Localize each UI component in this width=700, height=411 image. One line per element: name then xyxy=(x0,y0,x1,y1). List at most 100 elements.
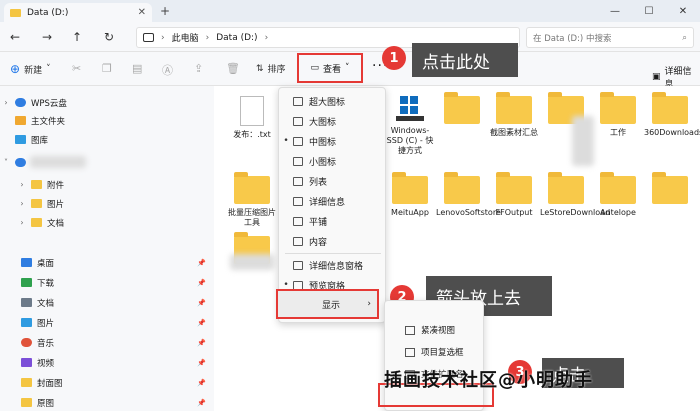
folder-item[interactable]: Antelope xyxy=(592,172,644,218)
view-button[interactable]: ▭ 查看 ˅ xyxy=(297,53,363,83)
up-arrow-icon[interactable]: ↑ xyxy=(72,30,82,44)
delete-icon[interactable]: 🗑 xyxy=(226,62,240,75)
folder-item[interactable]: LenovoSoftstore xyxy=(436,172,501,218)
back-arrow-icon[interactable]: ← xyxy=(10,30,20,44)
menu-item-tiles[interactable]: 平铺 xyxy=(279,211,387,231)
menu-item-label: 列表 xyxy=(309,177,328,188)
folder-item[interactable]: 工作 xyxy=(592,92,644,138)
cut-icon[interactable]: ✂ xyxy=(72,62,81,75)
pin-icon[interactable]: 📌 xyxy=(197,359,206,367)
new-tab-button[interactable]: + xyxy=(160,4,170,18)
chevron-down-icon[interactable]: ˅ xyxy=(2,158,10,167)
menu-item-details-pane[interactable]: 详细信息窗格 xyxy=(279,255,387,275)
folder-item[interactable]: 截图素材汇总 xyxy=(488,92,540,138)
sidebar-item-wps-cloud[interactable]: › WPS云盘 xyxy=(0,94,214,111)
refresh-icon[interactable]: ↻ xyxy=(104,30,114,44)
sidebar-item-label: 图库 xyxy=(31,135,49,146)
desktop-icon xyxy=(21,258,32,267)
new-button[interactable]: ⊕ 新建 ˅ xyxy=(10,62,51,76)
redacted-account-name xyxy=(30,156,86,168)
folder-item[interactable] xyxy=(644,172,696,208)
minimize-button[interactable]: — xyxy=(598,0,632,22)
chevron-down-icon: ˅ xyxy=(345,63,350,73)
folder-item[interactable]: MeituApp xyxy=(384,172,436,218)
redacted-folder-name xyxy=(572,116,594,166)
small-icons-icon xyxy=(293,156,303,166)
tab-data-d[interactable]: Data (D:) ✕ xyxy=(4,3,152,22)
pin-icon[interactable]: 📌 xyxy=(197,259,206,267)
sidebar-item-home[interactable]: 主文件夹 xyxy=(0,112,214,129)
pin-icon[interactable]: 📌 xyxy=(197,319,206,327)
sidebar-item-original-images[interactable]: 原图 📌 xyxy=(0,394,214,411)
medium-icons-icon xyxy=(293,136,303,146)
close-tab-icon[interactable]: ✕ xyxy=(138,7,146,18)
file-item[interactable]: 发布：.txt xyxy=(226,96,278,140)
folder-icon xyxy=(652,172,688,204)
picture-icon xyxy=(21,318,32,327)
sidebar-item-pictures[interactable]: 图片 📌 xyxy=(0,314,214,331)
menu-item-large-icons[interactable]: 大图标 xyxy=(279,111,387,131)
rename-icon[interactable]: Ⓐ xyxy=(162,62,173,78)
forward-arrow-icon[interactable]: → xyxy=(42,30,52,44)
pin-icon[interactable]: 📌 xyxy=(197,279,206,287)
sidebar-item-pictures-cloud[interactable]: › 图片 xyxy=(0,195,214,212)
chevron-right-icon[interactable]: › xyxy=(2,98,10,107)
folder-item[interactable] xyxy=(436,92,488,128)
pin-icon[interactable]: 📌 xyxy=(197,399,206,407)
sidebar-item-music[interactable]: 音乐 📌 xyxy=(0,334,214,351)
sidebar-item-desktop[interactable]: 桌面 📌 xyxy=(0,254,214,271)
breadcrumb-data-d[interactable]: Data (D:) xyxy=(216,33,257,43)
paste-icon[interactable]: ▤ xyxy=(132,62,142,75)
sidebar-item-docs-cloud[interactable]: › 文档 xyxy=(0,214,214,231)
copy-icon[interactable]: ❐ xyxy=(102,62,112,75)
pin-icon[interactable]: 📌 xyxy=(197,339,206,347)
chevron-right-icon[interactable]: › xyxy=(18,199,26,208)
menu-item-small-icons[interactable]: 小图标 xyxy=(279,151,387,171)
menu-item-show[interactable]: 显示 › xyxy=(276,289,379,319)
chevron-right-icon: › xyxy=(264,32,269,43)
menu-item-medium-icons[interactable]: • 中图标 xyxy=(279,131,387,151)
file-name: 工作 xyxy=(610,128,626,137)
list-view-icon xyxy=(293,176,303,186)
content-view-icon xyxy=(293,236,303,246)
sidebar-item-label: 图片 xyxy=(47,199,65,210)
maximize-button[interactable]: ☐ xyxy=(632,0,666,22)
folder-icon xyxy=(444,92,480,124)
pin-icon[interactable]: 📌 xyxy=(197,379,206,387)
close-window-button[interactable]: ✕ xyxy=(666,0,700,22)
file-item[interactable]: Windows-SSD (C) - 快捷方式 xyxy=(384,96,436,156)
pin-icon[interactable]: 📌 xyxy=(197,299,206,307)
chevron-right-icon[interactable]: › xyxy=(18,180,26,189)
sidebar-item-downloads[interactable]: 下载 📌 xyxy=(0,274,214,291)
text-file-icon xyxy=(240,96,264,126)
sort-button[interactable]: ⇅ 排序 xyxy=(256,62,286,76)
extra-large-icons-icon xyxy=(293,96,303,106)
menu-item-content[interactable]: 内容 xyxy=(279,231,387,251)
folder-item[interactable]: FFOutput xyxy=(488,172,540,218)
selected-dot-icon: • xyxy=(283,136,289,146)
folder-item[interactable]: 360Downloads xyxy=(644,92,700,138)
folder-icon xyxy=(392,172,428,204)
sidebar-item-documents[interactable]: 文档 📌 xyxy=(0,294,214,311)
sidebar-item-attachments[interactable]: › 附件 xyxy=(0,176,214,193)
sidebar-item-cover-images[interactable]: 封面图 📌 xyxy=(0,374,214,391)
folder-item[interactable]: 批量压缩图片工具 xyxy=(226,172,278,228)
sidebar-item-gallery[interactable]: 图库 xyxy=(0,131,214,148)
drive-shortcut-icon xyxy=(396,96,424,122)
folder-item[interactable]: LeStoreDownload xyxy=(540,172,610,218)
folder-icon xyxy=(31,199,42,208)
menu-item-list[interactable]: 列表 xyxy=(279,171,387,191)
music-icon xyxy=(21,338,32,347)
share-icon[interactable]: ⇪ xyxy=(194,62,203,75)
submenu-item-compact-view[interactable]: 紧凑视图 xyxy=(385,319,485,341)
submenu-item-item-checkboxes[interactable]: 项目复选框 xyxy=(385,341,485,363)
search-input[interactable]: 在 Data (D:) 中搜索 ⌕ xyxy=(526,27,694,48)
chevron-right-icon[interactable]: › xyxy=(18,218,26,227)
sidebar-item-label: 原图 xyxy=(37,398,55,409)
sidebar-item-videos[interactable]: 视频 📌 xyxy=(0,354,214,371)
breadcrumb-this-pc[interactable]: 此电脑 xyxy=(172,31,199,44)
sidebar-item-label: 文档 xyxy=(37,298,55,309)
menu-item-extra-large-icons[interactable]: 超大图标 xyxy=(279,91,387,111)
sidebar-item-label: 文档 xyxy=(47,218,65,229)
menu-item-details[interactable]: 详细信息 xyxy=(279,191,387,211)
